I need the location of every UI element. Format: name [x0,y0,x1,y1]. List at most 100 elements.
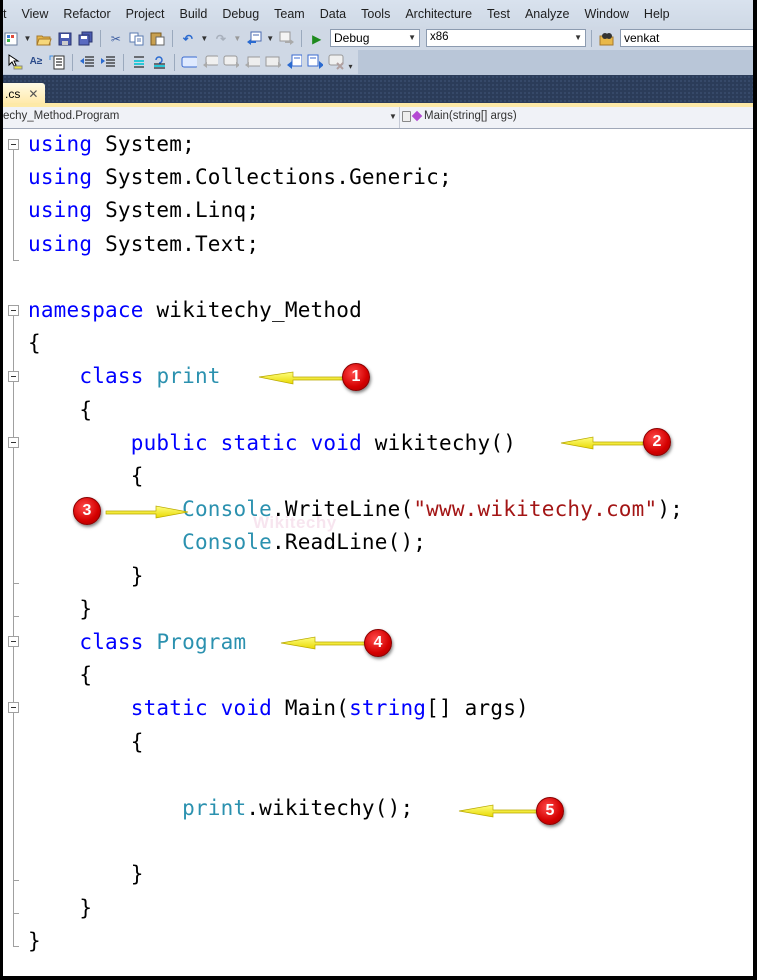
menu-item-help[interactable]: Help [636,7,677,21]
keyword-token: void [220,696,273,721]
navigation-bar: echy_Method.Program ▼ Main(string[] args… [3,107,753,129]
menu-item-tools[interactable]: Tools [354,7,398,21]
prev-bookmark-folder-icon [244,54,260,70]
find-input[interactable] [620,29,753,47]
next-bookmark-folder-icon [265,54,281,70]
text-editor-toolbar-area: A≥ ▾ [3,50,753,75]
undo-icon[interactable]: ↶ [180,31,196,47]
solution-platform-dropdown[interactable]: x86 ▼ [426,29,586,47]
keyword-token: string [349,696,427,721]
text-editor-toolbar: A≥ ▾ [3,50,358,74]
code-line: static void Main(string[] args) [28,694,529,722]
decrease-indent-icon[interactable] [79,54,95,70]
annotation-badge-2: 2 [643,428,671,456]
collapse-icon[interactable] [8,371,19,382]
solution-platform-value: x86 [430,31,449,43]
save-all-icon[interactable] [78,31,94,47]
type-token: Program [156,630,247,654]
document-tab[interactable]: .cs ✕ [3,83,45,105]
collapse-icon[interactable] [8,139,19,150]
menu-item-analyze[interactable]: Analyze [517,7,576,21]
code-token: .WriteLine( [272,497,414,522]
code-line: } [28,894,92,922]
menu-item-test[interactable]: Test [480,7,518,21]
menu-item-t[interactable]: t [3,7,14,21]
code-line: using System; [28,130,195,158]
code-token: wikitechy_Method [156,298,362,322]
chevron-down-icon[interactable]: ▼ [389,112,397,121]
code-token: { [28,729,144,754]
code-token: { [28,663,93,688]
code-token: wikitechy() [374,430,517,455]
uncomment-icon[interactable] [151,54,167,70]
solution-configuration-dropdown[interactable]: Debug ▼ [330,29,420,47]
navigate-dropdown-icon[interactable]: ▼ [266,34,274,43]
type-selector-dropdown[interactable]: echy_Method.Program [3,110,119,122]
code-token: } [28,862,144,887]
keyword-token: static [220,430,298,455]
menu-item-project[interactable]: Project [118,7,172,21]
member-selector-dropdown[interactable]: Main(string[] args) [402,110,517,122]
menu-item-window[interactable]: Window [577,7,636,21]
keyword-token: class [79,364,144,389]
new-project-icon[interactable] [3,31,19,47]
collapse-icon[interactable] [8,305,19,316]
undo-dropdown-icon[interactable]: ▼ [200,34,208,43]
bookmark-icon[interactable] [181,54,197,70]
keyword-token: using [28,132,93,156]
comment-icon[interactable] [130,54,146,70]
code-line: using System.Text; [28,230,259,258]
increase-indent-icon[interactable] [100,54,116,70]
solution-configuration-value: Debug [334,31,370,45]
save-icon[interactable] [57,31,73,47]
code-token: System.Text; [105,231,260,256]
string-token: "www.wikitechy.com" [413,497,658,522]
code-token: } [28,596,93,621]
outline-line-end [13,583,19,584]
code-line: { [28,462,144,490]
document-tab-strip: .cs ✕ [3,75,753,105]
method-icon [411,110,423,122]
paste-icon[interactable] [150,31,166,47]
menu-item-build[interactable]: Build [172,7,215,21]
menu-item-refactor[interactable]: Refactor [56,7,118,21]
cut-icon[interactable]: ✂ [108,31,124,47]
code-line: } [28,562,144,590]
close-icon[interactable]: ✕ [28,87,38,101]
outline-line-end [13,616,19,617]
redo-dropdown-icon: ▼ [233,34,242,43]
menu-item-team[interactable]: Team [267,7,313,21]
prev-bookmark-doc-icon[interactable] [286,54,302,70]
toggle-outline-icon[interactable] [49,54,65,70]
menu-item-architecture[interactable]: Architecture [398,7,480,21]
rename-icon[interactable]: A≥ [28,54,44,70]
collapse-icon[interactable] [8,702,19,713]
outline-line [13,316,14,946]
collapse-icon[interactable] [8,636,19,647]
code-line: namespace wikitechy_Method [28,296,362,324]
code-editor[interactable]: Wikitechy using System; using System.Coll… [3,129,753,976]
code-token: System.Collections.Generic; [105,165,452,190]
find-in-files-icon[interactable] [599,30,615,46]
code-line: } [28,595,92,623]
keyword-token: public [130,430,208,455]
start-debugging-icon[interactable]: ▶ [309,31,325,47]
menu-item-data[interactable]: Data [312,7,353,21]
code-line: class print [28,362,221,390]
collapse-icon[interactable] [8,437,19,448]
menu-item-debug[interactable]: Debug [215,7,267,21]
navigate-forward-icon [279,31,295,47]
outline-line-end [13,260,19,261]
dropdown-arrow-icon[interactable]: ▼ [24,34,32,43]
chevron-down-icon: ▼ [574,33,582,42]
toolbar-overflow-icon[interactable]: ▾ [349,62,353,71]
navigate-backward-icon[interactable] [246,31,262,47]
pointer-icon[interactable] [7,54,23,70]
menu-item-view[interactable]: View [14,7,56,21]
copy-icon[interactable] [129,31,145,47]
next-bookmark-doc-icon[interactable] [307,54,323,70]
open-file-icon[interactable] [36,31,52,47]
